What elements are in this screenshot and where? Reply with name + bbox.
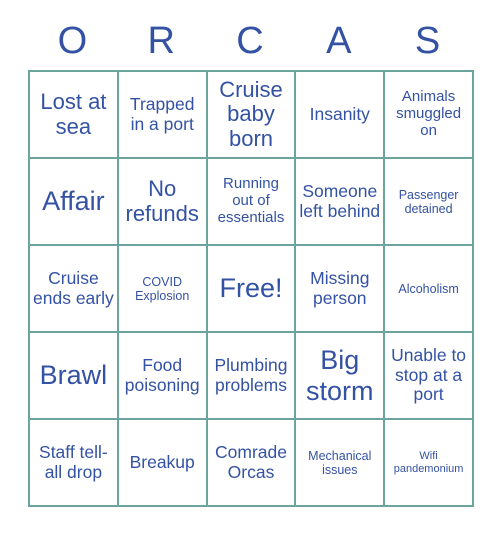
- bingo-row: Staff tell-all drop Breakup Comrade Orca…: [30, 420, 474, 507]
- bingo-cell-label: Passenger detained: [398, 187, 459, 216]
- bingo-cell-label: Missing person: [310, 267, 370, 308]
- bingo-card: O R C A S Lost at sea Trapped in a port …: [28, 12, 474, 507]
- bingo-cell-label: Comrade Orcas: [215, 441, 287, 482]
- bingo-cell-label: Cruise ends early: [33, 267, 114, 308]
- bingo-cell[interactable]: Trapped in a port: [118, 72, 208, 159]
- bingo-row: Lost at sea Trapped in a port Cruise bab…: [30, 72, 474, 159]
- bingo-row: Cruise ends early COVID Explosion Free! …: [30, 246, 474, 333]
- bingo-cell-label: Affair: [42, 186, 105, 217]
- bingo-cell[interactable]: Someone left behind: [296, 159, 386, 246]
- header-letter-5: S: [414, 20, 441, 62]
- bingo-cell[interactable]: Cruise baby born: [207, 72, 297, 159]
- bingo-cell[interactable]: Brawl: [30, 333, 119, 420]
- bingo-cell-label: Unable to stop at a port: [391, 345, 467, 405]
- bingo-cell-label: Free!: [219, 273, 283, 304]
- header-letter-4: A: [326, 20, 352, 62]
- bingo-cell[interactable]: Insanity: [296, 72, 386, 159]
- bingo-cell[interactable]: Passenger detained: [385, 159, 474, 246]
- bingo-cell[interactable]: Food poisoning: [118, 333, 208, 420]
- bingo-cell[interactable]: Animals smuggled on: [385, 72, 474, 159]
- bingo-cell-label: Plumbing problems: [214, 354, 288, 395]
- bingo-cell-label: COVID Explosion: [135, 274, 190, 303]
- bingo-cell[interactable]: Alcoholism: [385, 246, 474, 333]
- header-letter-2: R: [147, 20, 175, 62]
- bingo-cell[interactable]: COVID Explosion: [118, 246, 208, 333]
- bingo-cell[interactable]: Plumbing problems: [207, 333, 297, 420]
- bingo-cell-label: Mechanical issues: [308, 448, 372, 477]
- bingo-cell-label: Cruise baby born: [219, 76, 283, 151]
- header-letter-3: C: [236, 20, 264, 62]
- bingo-row: Affair No refunds Running out of essenti…: [30, 159, 474, 246]
- bingo-cell[interactable]: Comrade Orcas: [207, 420, 297, 507]
- bingo-cell-label: Running out of essentials: [217, 175, 285, 226]
- bingo-cell[interactable]: Missing person: [296, 246, 386, 333]
- bingo-cell[interactable]: Staff tell-all drop: [30, 420, 119, 507]
- bingo-cell[interactable]: Lost at sea: [30, 72, 119, 159]
- bingo-cell-label: Someone left behind: [299, 180, 381, 221]
- bingo-cell-label: Brawl: [39, 360, 108, 391]
- bingo-cell-label: Breakup: [129, 451, 195, 472]
- bingo-row: Brawl Food poisoning Plumbing problems B…: [30, 333, 474, 420]
- bingo-cell-label: Staff tell-all drop: [39, 441, 108, 482]
- bingo-cell-label: Food poisoning: [124, 354, 200, 395]
- header-letter-1: O: [57, 20, 88, 62]
- bingo-cell-label: Wifi pandemonium: [393, 450, 464, 475]
- bingo-cell[interactable]: Unable to stop at a port: [385, 333, 474, 420]
- bingo-cell-label: Alcoholism: [398, 281, 459, 296]
- bingo-cell[interactable]: Running out of essentials: [207, 159, 297, 246]
- bingo-header: O R C A S: [28, 12, 472, 70]
- bingo-cell[interactable]: Breakup: [118, 420, 208, 507]
- bingo-grid: Lost at sea Trapped in a port Cruise bab…: [28, 70, 474, 507]
- bingo-cell-label: No refunds: [125, 175, 199, 226]
- bingo-cell[interactable]: Wifi pandemonium: [385, 420, 474, 507]
- bingo-cell-label: Insanity: [309, 103, 370, 124]
- bingo-cell[interactable]: Cruise ends early: [30, 246, 119, 333]
- bingo-cell-label: Lost at sea: [40, 88, 107, 139]
- bingo-cell-label: Trapped in a port: [129, 93, 195, 134]
- bingo-cell-free[interactable]: Free!: [207, 246, 297, 333]
- bingo-cell-label: Big storm: [306, 345, 374, 406]
- bingo-cell-label: Animals smuggled on: [396, 88, 462, 139]
- bingo-cell[interactable]: No refunds: [118, 159, 208, 246]
- bingo-cell[interactable]: Affair: [30, 159, 119, 246]
- bingo-cell[interactable]: Big storm: [296, 333, 386, 420]
- bingo-cell[interactable]: Mechanical issues: [296, 420, 386, 507]
